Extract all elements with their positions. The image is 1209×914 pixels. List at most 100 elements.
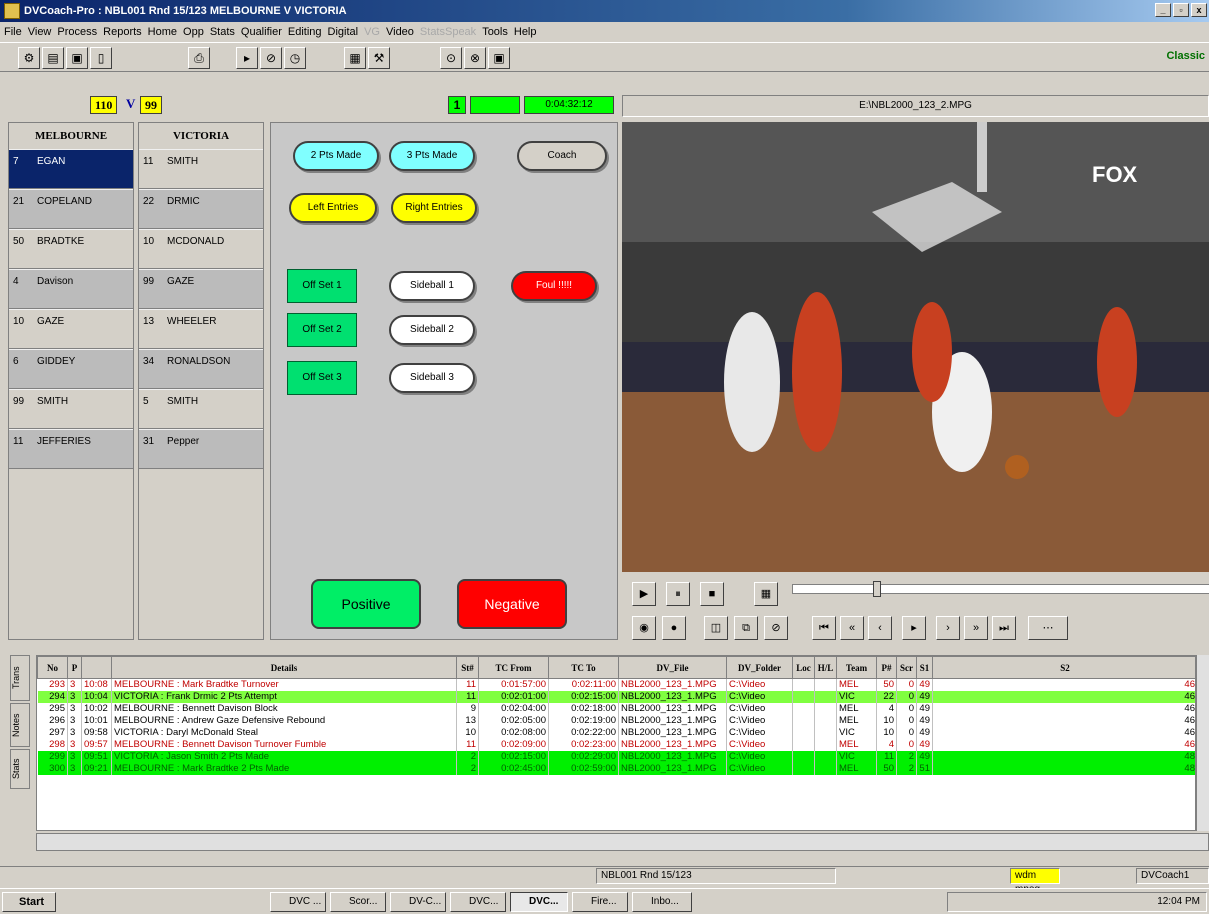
column-header[interactable] [81, 656, 112, 679]
table-row[interactable]: 300 3 09:21 MELBOURNE : Mark Bradtke 2 Pts … [37, 763, 1195, 775]
table-row[interactable]: 298 3 09:57 MELBOURNE : Bennett Davison Tur… [37, 739, 1195, 751]
away-player-row[interactable]: 10 MCDONALD [139, 229, 263, 269]
column-header[interactable]: No [37, 656, 68, 679]
menu-item-tools[interactable]: Tools [482, 26, 514, 38]
table-row[interactable]: 299 3 09:51 VICTORIA : Jason Smith 2 Pts Ma… [37, 751, 1195, 763]
column-header[interactable]: TC From [478, 656, 549, 679]
taskbar-item[interactable]: DVC ... [270, 892, 326, 912]
menu-item-opp[interactable]: Opp [183, 26, 210, 38]
print-icon[interactable]: ⎙ [188, 47, 210, 69]
tab-notes[interactable]: Notes [10, 703, 30, 747]
away-player-row[interactable]: 34 RONALDSON [139, 349, 263, 389]
home-player-row[interactable]: 4 Davison [9, 269, 133, 309]
2pts-made-button[interactable]: 2 Pts Made [293, 141, 379, 171]
table-row[interactable]: 297 3 09:58 VICTORIA : Daryl McDonald Steal… [37, 727, 1195, 739]
taskbar-item[interactable]: Inbo... [632, 892, 692, 912]
grid-icon[interactable]: ▦ [754, 582, 778, 606]
step-forward-icon[interactable]: › [936, 616, 960, 640]
table-row[interactable]: 294 3 10:04 VICTORIA : Frank Drmic 2 Pts At… [37, 691, 1195, 703]
sideball-1-button[interactable]: Sideball 1 [389, 271, 475, 301]
column-header[interactable]: S2 [932, 656, 1195, 679]
settings-icon[interactable]: ⚒ [368, 47, 390, 69]
sideball-3-button[interactable]: Sideball 3 [389, 363, 475, 393]
taskbar-item[interactable]: DVC... [510, 892, 568, 912]
column-header[interactable]: S1 [916, 656, 933, 679]
rewind-fast-icon[interactable]: ⏮ [812, 616, 836, 640]
column-header[interactable]: P# [876, 656, 897, 679]
record-icon[interactable]: ⊙ [440, 47, 462, 69]
video-player[interactable]: FOX [622, 122, 1209, 572]
away-player-row[interactable]: 22 DRMIC [139, 189, 263, 229]
stop-red-icon[interactable]: ⊘ [764, 616, 788, 640]
maximize-button[interactable]: ▫ [1173, 3, 1189, 17]
coach-button[interactable]: Coach [517, 141, 607, 171]
menu-item-editing[interactable]: Editing [288, 26, 328, 38]
column-header[interactable]: Details [111, 656, 457, 679]
column-header[interactable]: St# [456, 656, 479, 679]
home-player-row[interactable]: 50 BRADTKE [9, 229, 133, 269]
menu-item-file[interactable]: File [4, 26, 28, 38]
chart-icon[interactable]: ▤ [42, 47, 64, 69]
taskbar-item[interactable]: DVC... [450, 892, 506, 912]
taskbar-item[interactable]: DV-C... [390, 892, 446, 912]
positive-button[interactable]: Positive [311, 579, 421, 629]
forward-icon[interactable]: » [964, 616, 988, 640]
open-icon[interactable]: ▸ [236, 47, 258, 69]
camera-icon[interactable]: ◫ [704, 616, 728, 640]
speed-slider-icon[interactable]: ⋯ [1028, 616, 1068, 640]
negative-button[interactable]: Negative [457, 579, 567, 629]
off-set-3-button[interactable]: Off Set 3 [287, 361, 357, 395]
away-player-row[interactable]: 31 Pepper [139, 429, 263, 469]
tab-trans[interactable]: Trans [10, 655, 30, 701]
menu-item-vg[interactable]: VG [364, 26, 386, 38]
rewind-icon[interactable]: « [840, 616, 864, 640]
cancel-icon[interactable]: ⊗ [464, 47, 486, 69]
off-set-1-button[interactable]: Off Set 1 [287, 269, 357, 303]
start-button[interactable]: Start [2, 892, 56, 912]
right-entries-button[interactable]: Right Entries [391, 193, 477, 223]
timer-icon[interactable]: ◷ [284, 47, 306, 69]
play-icon[interactable]: ▶ [632, 582, 656, 606]
step-back-icon[interactable]: ‹ [868, 616, 892, 640]
away-player-row[interactable]: 11 SMITH [139, 149, 263, 189]
record-yellow-icon[interactable]: ● [662, 616, 686, 640]
menu-item-qualifier[interactable]: Qualifier [241, 26, 288, 38]
vertical-scrollbar[interactable] [1196, 655, 1209, 831]
menu-item-home[interactable]: Home [148, 26, 183, 38]
away-player-row[interactable]: 5 SMITH [139, 389, 263, 429]
menu-item-digital[interactable]: Digital [328, 26, 365, 38]
calculator-icon[interactable]: ▦ [344, 47, 366, 69]
monitor-icon[interactable]: ▣ [66, 47, 88, 69]
monitor2-icon[interactable]: ▣ [488, 47, 510, 69]
home-player-row[interactable]: 11 JEFFERIES [9, 429, 133, 469]
stop-icon[interactable]: ⊘ [260, 47, 282, 69]
off-set-2-button[interactable]: Off Set 2 [287, 313, 357, 347]
menu-item-view[interactable]: View [28, 26, 58, 38]
menu-item-video[interactable]: Video [386, 26, 420, 38]
document-icon[interactable]: ▯ [90, 47, 112, 69]
menu-item-help[interactable]: Help [514, 26, 543, 38]
column-header[interactable]: H/L [814, 656, 837, 679]
stop-icon[interactable]: ■ [700, 582, 724, 606]
horizontal-scrollbar[interactable] [36, 833, 1209, 851]
taskbar-item[interactable]: Scor... [330, 892, 386, 912]
record-green-icon[interactable]: ◉ [632, 616, 656, 640]
tab-stats[interactable]: Stats [10, 749, 30, 789]
column-header[interactable]: DV_Folder [726, 656, 793, 679]
home-player-row[interactable]: 21 COPELAND [9, 189, 133, 229]
menu-item-statsspeak[interactable]: StatsSpeak [420, 26, 482, 38]
pause-icon[interactable]: ⏸ [666, 582, 690, 606]
home-player-row[interactable]: 99 SMITH [9, 389, 133, 429]
column-header[interactable]: DV_File [618, 656, 727, 679]
athletes-icon[interactable]: ⚙ [18, 47, 40, 69]
table-row[interactable]: 295 3 10:02 MELBOURNE : Bennett Davison Blo… [37, 703, 1195, 715]
home-player-row[interactable]: 10 GAZE [9, 309, 133, 349]
seek-bar[interactable] [792, 581, 1209, 597]
sideball-2-button[interactable]: Sideball 2 [389, 315, 475, 345]
table-row[interactable]: 293 3 10:08 MELBOURNE : Mark Bradtke Turnov… [37, 678, 1195, 691]
close-button[interactable]: x [1191, 3, 1207, 17]
foul-button[interactable]: Foul !!!!! [511, 271, 597, 301]
column-header[interactable]: Loc [792, 656, 815, 679]
clip-icon[interactable]: ⧉ [734, 616, 758, 640]
seek-thumb[interactable] [873, 581, 881, 597]
